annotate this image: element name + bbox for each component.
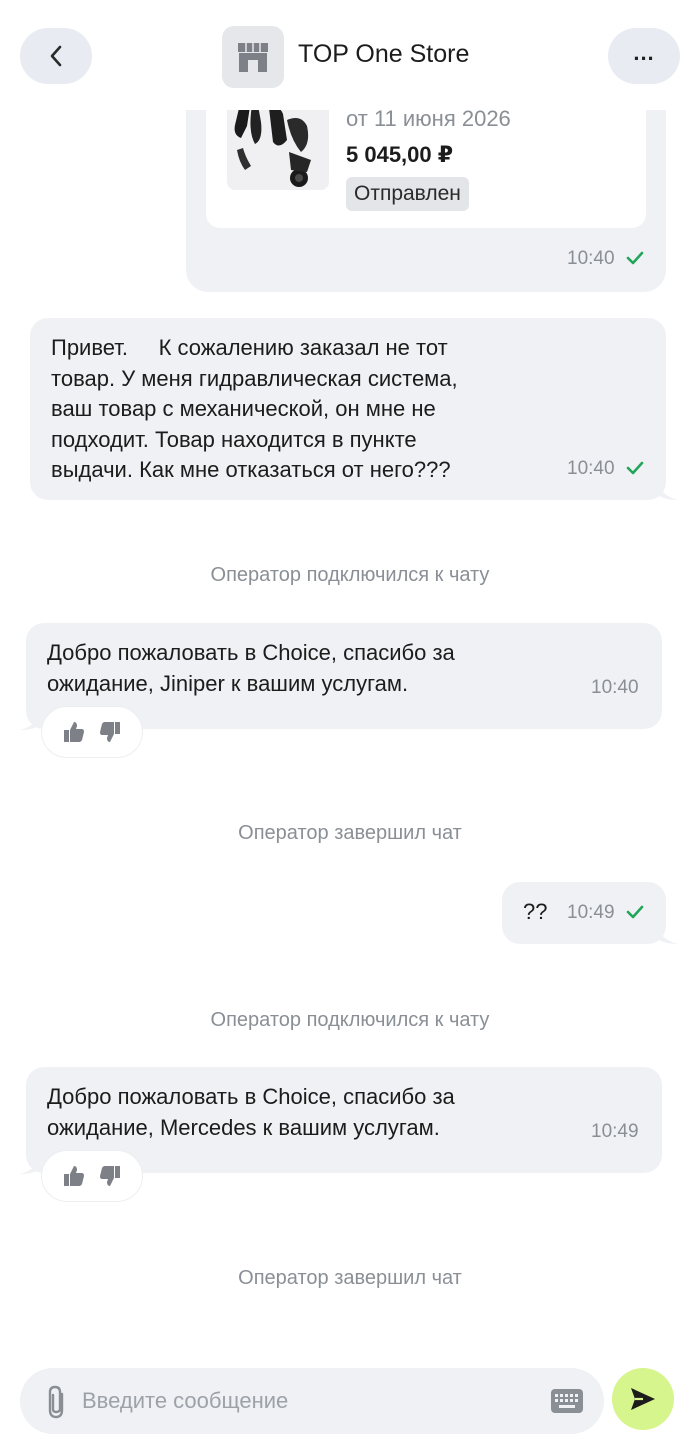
message-input[interactable] bbox=[82, 1368, 542, 1434]
message-text: Привет. К сожалению заказал не тот товар… bbox=[51, 335, 458, 482]
thumbs-down-icon[interactable] bbox=[99, 721, 121, 743]
order-price: 5 045,00 ₽ bbox=[346, 142, 454, 167]
store-avatar[interactable] bbox=[222, 26, 284, 88]
send-icon bbox=[631, 1388, 655, 1410]
chevron-left-icon bbox=[50, 45, 62, 67]
message-time: 10:40 bbox=[591, 677, 639, 698]
thumbs-up-icon[interactable] bbox=[63, 1165, 85, 1187]
check-icon bbox=[626, 905, 644, 919]
paperclip-icon[interactable] bbox=[44, 1384, 70, 1420]
send-button[interactable] bbox=[612, 1368, 674, 1430]
order-status-badge: Отправлен bbox=[346, 177, 469, 211]
bubble-tail bbox=[20, 1156, 42, 1174]
thumbs-up-icon[interactable] bbox=[63, 721, 85, 743]
message-text: Добро пожаловать в Choice, спасибо за ож… bbox=[47, 1084, 455, 1140]
check-icon bbox=[626, 461, 644, 475]
check-icon bbox=[626, 251, 644, 265]
message-text: ?? bbox=[523, 899, 548, 924]
back-button[interactable] bbox=[20, 28, 92, 84]
reactions-bar bbox=[41, 1150, 143, 1202]
system-message-ended: Оператор завершил чат bbox=[238, 822, 462, 844]
system-message-joined: Оператор подключился к чату bbox=[210, 564, 490, 586]
system-message-joined: Оператор подключился к чату bbox=[210, 1009, 490, 1031]
keyboard-icon[interactable] bbox=[550, 1388, 584, 1414]
bubble-tail bbox=[656, 926, 678, 944]
message-time: 10:40 bbox=[567, 248, 615, 269]
thumbs-down-icon[interactable] bbox=[99, 1165, 121, 1187]
message-time: 10:40 bbox=[567, 458, 615, 479]
reactions-bar bbox=[41, 706, 143, 758]
bubble-tail bbox=[656, 482, 678, 500]
more-options-button[interactable]: ... bbox=[608, 28, 680, 84]
message-time: 10:49 bbox=[591, 1121, 639, 1142]
chat-header: TOP One Store ... bbox=[0, 0, 700, 110]
message-composer bbox=[20, 1368, 604, 1434]
store-title[interactable]: TOP One Store bbox=[298, 40, 469, 69]
message-text: Добро пожаловать в Choice, спасибо за ож… bbox=[47, 640, 455, 696]
more-label: ... bbox=[633, 40, 655, 65]
system-message-ended: Оператор завершил чат bbox=[238, 1267, 462, 1289]
product-image bbox=[227, 100, 329, 190]
store-icon bbox=[238, 43, 268, 72]
bubble-tail bbox=[20, 712, 42, 730]
message-time: 10:49 bbox=[567, 902, 615, 923]
